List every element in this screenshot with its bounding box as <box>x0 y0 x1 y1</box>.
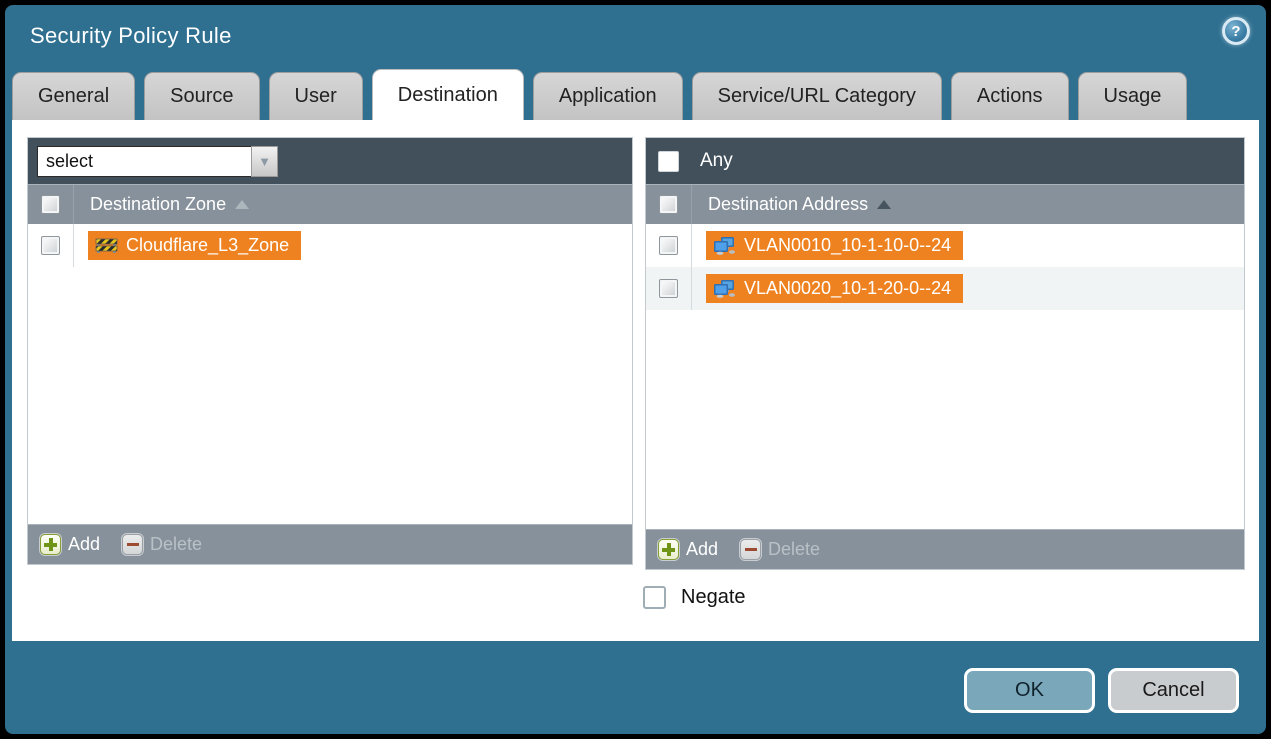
help-icon[interactable]: ? <box>1222 17 1250 45</box>
tab-application[interactable]: Application <box>533 72 683 120</box>
destination-zone-panel: ▼ Destination Zone <box>27 137 633 565</box>
table-row[interactable]: VLAN0010_10-1-10-0--24 <box>646 224 1244 267</box>
address-column-header[interactable]: Destination Address <box>708 194 891 215</box>
address-icon <box>713 237 736 255</box>
row-checkbox[interactable] <box>659 279 678 298</box>
address-column-header-row: Destination Address <box>646 184 1244 224</box>
zone-rows: Cloudflare_L3_Zone <box>28 224 632 524</box>
add-button[interactable]: Add <box>658 539 718 560</box>
zone-select-input[interactable] <box>37 146 251 177</box>
address-rows: VLAN0010_10-1-10-0--24 <box>646 224 1244 529</box>
negate-option: Negate <box>643 586 746 609</box>
cancel-button[interactable]: Cancel <box>1108 668 1239 713</box>
tab-bar: General Source User Destination Applicat… <box>12 69 1187 120</box>
negate-checkbox[interactable] <box>643 586 666 609</box>
sort-ascending-icon <box>235 200 249 209</box>
row-checkbox[interactable] <box>659 236 678 255</box>
zone-column-header[interactable]: Destination Zone <box>90 194 249 215</box>
address-select-all-checkbox[interactable] <box>659 195 678 214</box>
zone-icon <box>95 237 118 254</box>
zone-select-all-checkbox[interactable] <box>41 195 60 214</box>
tab-content-destination: ▼ Destination Zone <box>12 120 1259 641</box>
row-checkbox[interactable] <box>41 236 60 255</box>
delete-button[interactable]: Delete <box>122 534 202 555</box>
address-panel-header: Any <box>646 138 1244 184</box>
tab-source[interactable]: Source <box>144 72 259 120</box>
plus-icon <box>40 534 61 555</box>
zone-select-combo: ▼ <box>37 146 278 177</box>
dialog-title: Security Policy Rule <box>30 23 232 49</box>
zone-select-dropdown-button[interactable]: ▼ <box>251 146 278 177</box>
add-button[interactable]: Add <box>40 534 100 555</box>
tab-user[interactable]: User <box>269 72 363 120</box>
address-chip[interactable]: VLAN0010_10-1-10-0--24 <box>706 231 963 260</box>
tab-actions[interactable]: Actions <box>951 72 1069 120</box>
table-row[interactable]: Cloudflare_L3_Zone <box>28 224 632 267</box>
zone-column-header-row: Destination Zone <box>28 184 632 224</box>
zone-panel-header: ▼ <box>28 138 632 184</box>
tab-service-url-category[interactable]: Service/URL Category <box>692 72 942 120</box>
chevron-down-icon: ▼ <box>258 155 271 168</box>
sort-ascending-icon <box>877 200 891 209</box>
minus-icon <box>740 539 761 560</box>
window-frame: Security Policy Rule ? General Source Us… <box>0 0 1271 739</box>
address-panel-footer: Add Delete <box>646 529 1244 569</box>
tab-usage[interactable]: Usage <box>1078 72 1188 120</box>
any-checkbox[interactable] <box>658 151 679 172</box>
address-icon <box>713 280 736 298</box>
minus-icon <box>122 534 143 555</box>
plus-icon <box>658 539 679 560</box>
delete-button[interactable]: Delete <box>740 539 820 560</box>
negate-label: Negate <box>681 586 746 609</box>
security-policy-rule-dialog: Security Policy Rule ? General Source Us… <box>5 5 1266 734</box>
ok-button[interactable]: OK <box>964 668 1095 713</box>
destination-address-panel: Any Destination Address <box>645 137 1245 570</box>
address-chip[interactable]: VLAN0020_10-1-20-0--24 <box>706 274 963 303</box>
table-row[interactable]: VLAN0020_10-1-20-0--24 <box>646 267 1244 310</box>
tab-general[interactable]: General <box>12 72 135 120</box>
any-label: Any <box>700 150 733 172</box>
zone-panel-footer: Add Delete <box>28 524 632 564</box>
tab-destination[interactable]: Destination <box>372 69 524 120</box>
zone-chip[interactable]: Cloudflare_L3_Zone <box>88 231 301 260</box>
